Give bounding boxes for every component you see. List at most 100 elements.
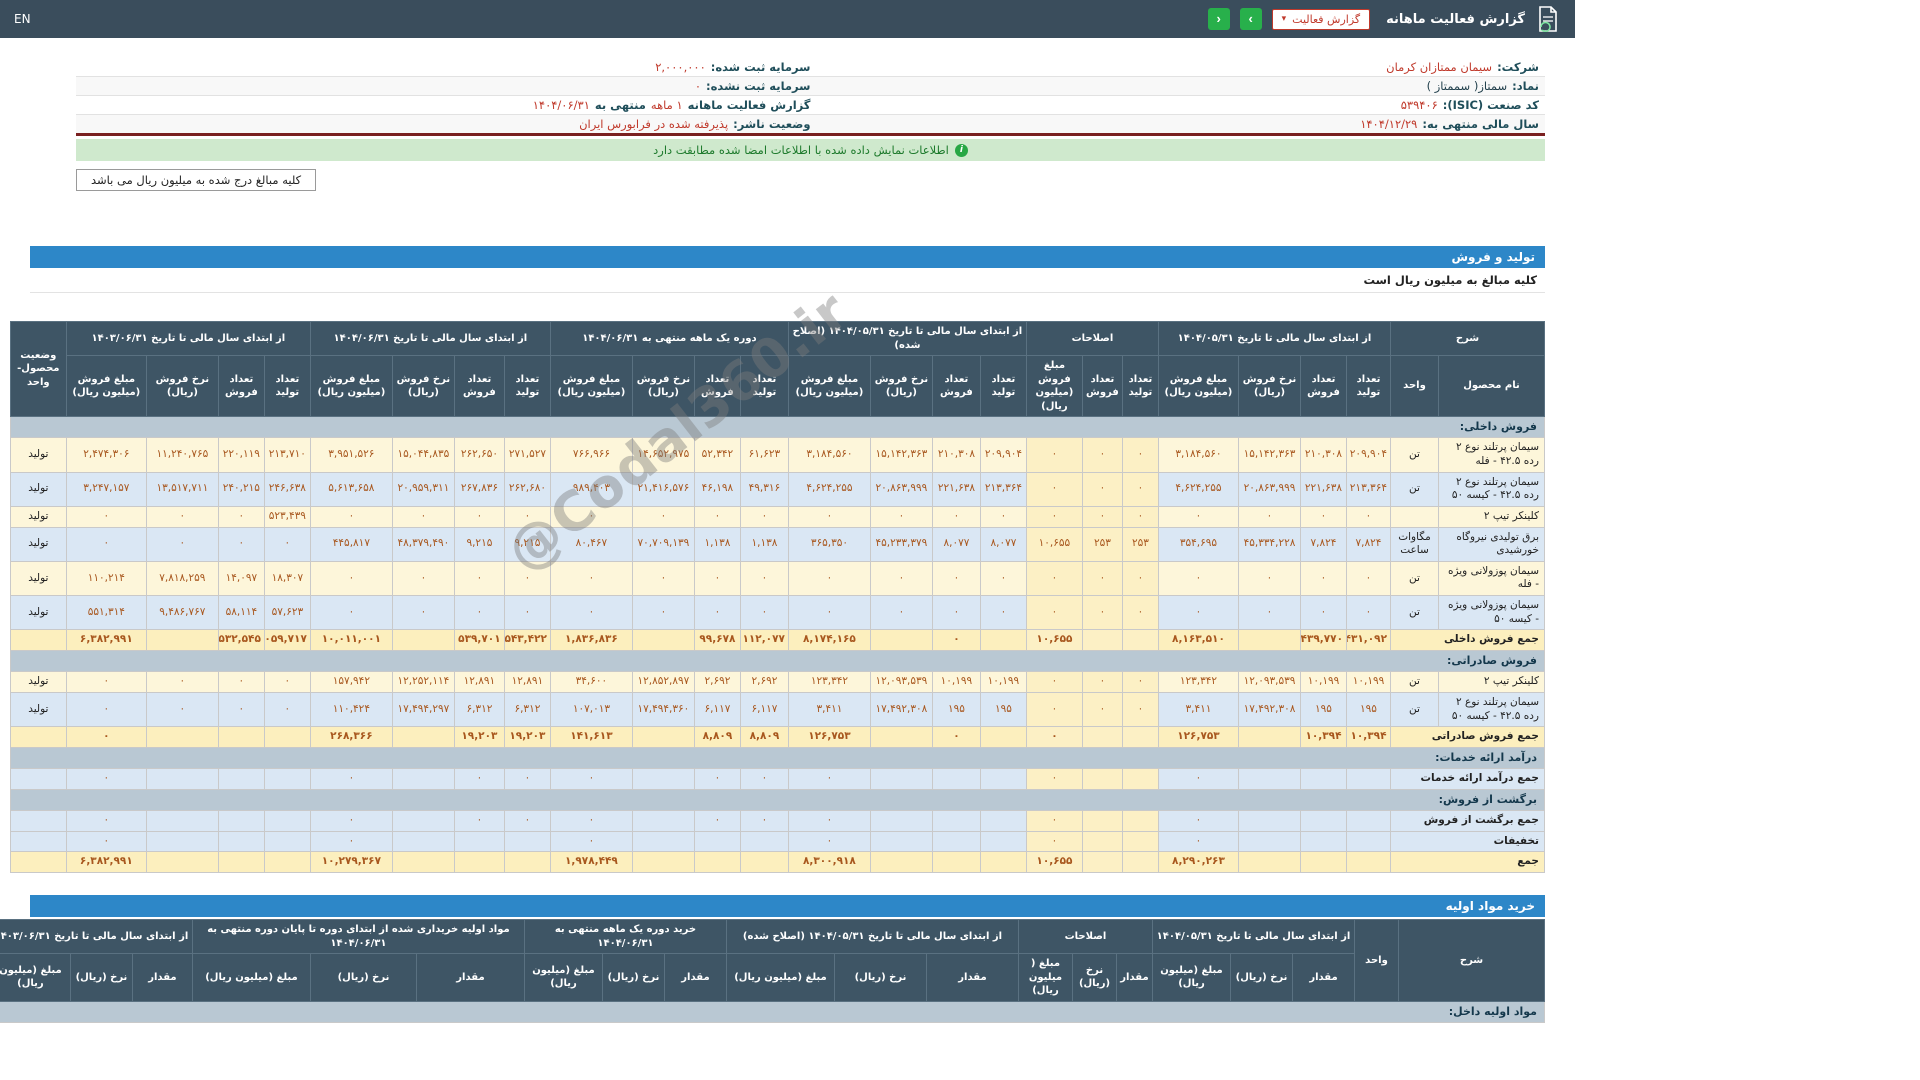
value-cell: ۰ — [1081, 437, 1123, 473]
value-cell — [1121, 726, 1159, 748]
value-cell: ۰ — [1299, 595, 1347, 631]
value-cell: ۲,۴۷۴,۳۰۶ — [65, 437, 147, 473]
value-cell — [1299, 810, 1347, 832]
value-cell: ۸,۰۷۷ — [979, 526, 1027, 562]
value-cell — [145, 830, 219, 853]
value-cell: ۰ — [145, 505, 219, 528]
col-sub-header: تعداد فروش — [931, 355, 981, 417]
value-cell: ۱۰,۲۷۹,۳۶۷ — [309, 851, 393, 873]
value-cell: ۰ — [739, 595, 789, 631]
value-cell — [631, 810, 695, 832]
nav-back-button[interactable]: ‹ — [1207, 8, 1230, 30]
section-label: فروش صادراتی: — [9, 649, 1546, 673]
chevron-left-icon: ‹ — [1216, 11, 1221, 26]
col-desc-header: شرح — [1389, 321, 1546, 356]
info-unregistered-capital: سرمایه ثبت نشده: ۰ — [82, 79, 811, 93]
value-cell: ۴,۶۲۴,۲۵۵ — [787, 471, 871, 507]
value-cell: ۰ — [1081, 471, 1123, 507]
col-sub-header: نرخ (ریال) — [601, 953, 665, 1002]
value-cell: ۰ — [1121, 560, 1159, 597]
nav-forward-button[interactable]: › — [1239, 8, 1262, 30]
status-cell — [9, 629, 67, 651]
value-cell: ۰ — [787, 505, 871, 528]
value-cell: ۰ — [1025, 768, 1083, 790]
value-cell — [263, 726, 311, 748]
purchase-table-wrap: شرح واحد از ابتدای سال مالی تا تاریخ ۱۴۰۴/… — [0, 919, 1546, 1023]
info-row: نماد: سمتاز( سممتاز ) سرمایه ثبت نشده: ۰ — [76, 77, 1545, 96]
value-cell — [1345, 851, 1391, 873]
value-cell: ۱,۱۳۸ — [739, 526, 789, 562]
value-cell — [1081, 768, 1123, 790]
info-value: پذیرفته شده در فرابورس ایران — [579, 117, 729, 131]
col-group-header: از ابتدای سال مالی تا تاریخ ۱۴۰۴/۰۵/۳۱ (… — [787, 321, 1027, 356]
product-name-cell: سیمان پرتلند نوع ۲ رده ۴۲.۵ - کیسه ۵۰ — [1438, 471, 1545, 507]
value-cell: ۵۲۳,۴۳۹ — [263, 505, 311, 528]
value-cell: ۰ — [931, 560, 981, 597]
value-cell: ۰ — [263, 691, 311, 728]
col-sub-header: نرخ (ریال) — [309, 953, 417, 1002]
value-cell: ۲۴۶,۶۳۸ — [263, 471, 311, 507]
value-cell: ۶,۱۱۷ — [693, 691, 741, 728]
value-cell: ۹۹,۶۷۸ — [693, 629, 741, 651]
value-cell: ۱۱,۲۴۰,۷۶۵ — [145, 437, 219, 473]
col-status-header: وضعیت محصول-واحد — [9, 321, 67, 417]
language-toggle[interactable]: EN — [14, 12, 31, 26]
report-type-dropdown[interactable]: گزارش فعالیت ▾ — [1271, 8, 1371, 30]
table-row: جمع فروش داخلی ۴۳۱,۰۹۲ ۴۳۹,۷۷۰ ۸,۱۶۳,۵۱۰ ۱۰,… — [9, 629, 1546, 651]
col-sub-header: مقدار — [131, 953, 193, 1002]
col-sub-header: تعداد تولید — [1345, 355, 1391, 417]
value-cell: ۱۷,۴۹۲,۳۰۸ — [869, 691, 933, 728]
value-cell: ۳,۲۴۷,۱۵۷ — [65, 471, 147, 507]
value-cell: ۱۲,۲۵۲,۱۱۴ — [391, 671, 455, 693]
value-cell — [1345, 810, 1391, 832]
value-cell: ۰ — [1025, 810, 1083, 832]
value-cell: ۱۰,۳۹۴ — [1345, 726, 1391, 748]
value-cell — [145, 726, 219, 748]
info-ticker: نماد: سمتاز( سممتاز ) — [811, 79, 1539, 93]
col-sub-header: تعداد فروش — [1299, 355, 1347, 417]
value-cell — [391, 830, 455, 853]
info-value: سیمان ممتازان کرمان — [1386, 60, 1493, 74]
section-label: درآمد ارائه خدمات: — [9, 746, 1546, 770]
col-sub-header: تعداد تولید — [263, 355, 311, 417]
value-cell: ۰ — [1025, 505, 1083, 528]
value-cell: ۲۰,۸۶۳,۹۹۹ — [869, 471, 933, 507]
value-cell: ۰ — [549, 830, 633, 853]
value-cell: ۶,۳۱۲ — [503, 691, 551, 728]
col-group-header: از ابتدای سال مالی تا تاریخ ۱۴۰۳/۰۶/۳۱ — [0, 919, 193, 954]
value-cell: ۲,۶۹۲ — [739, 671, 789, 693]
value-cell — [631, 726, 695, 748]
col-sub-header: مبلغ فروش (میلیون ریال) — [65, 355, 147, 417]
info-label: منتهی به — [594, 98, 646, 112]
value-cell: ۰ — [1121, 671, 1159, 693]
value-cell: ۰ — [1299, 560, 1347, 597]
value-cell: ۰ — [503, 560, 551, 597]
value-cell: ۰ — [503, 768, 551, 790]
value-cell: ۱۲,۰۹۳,۵۳۹ — [869, 671, 933, 693]
col-group-header: از ابتدای سال مالی تا تاریخ ۱۴۰۴/۰۵/۳۱ — [1151, 919, 1356, 954]
value-cell: ۰ — [309, 830, 393, 853]
value-cell: ۰ — [263, 671, 311, 693]
info-label: وضعیت ناشر: — [733, 117, 811, 131]
value-cell: ۳۴,۶۰۰ — [549, 671, 633, 693]
value-cell: ۲۵۳ — [1081, 526, 1123, 562]
value-cell — [739, 830, 789, 853]
product-name-cell: کلینکر تیپ ۲ — [1438, 505, 1545, 528]
unit-cell: تن — [1389, 437, 1440, 473]
value-cell — [263, 810, 311, 832]
sum-label: جمع درآمد ارائه خدمات — [1389, 768, 1546, 790]
col-sub-header: مبلغ (میلیون ریال) — [523, 953, 603, 1002]
value-cell — [1237, 768, 1301, 790]
unit-cell — [1389, 505, 1440, 528]
value-cell: ۰ — [869, 595, 933, 631]
info-label: کد صنعت (ISIC): — [1442, 98, 1539, 112]
info-fiscal-year-end: سال مالی منتهی به: ۱۴۰۴/۱۲/۲۹ — [811, 117, 1539, 131]
value-cell: ۰ — [1081, 595, 1123, 631]
value-cell: ۷۶۶,۹۶۶ — [549, 437, 633, 473]
value-cell: ۶۱,۶۲۳ — [739, 437, 789, 473]
value-cell: ۰ — [739, 505, 789, 528]
value-cell: ۵۷,۶۲۳ — [263, 595, 311, 631]
col-sub-header: نرخ فروش (ریال) — [869, 355, 933, 417]
value-cell — [217, 810, 265, 832]
value-cell: ۳,۴۱۱ — [1157, 691, 1239, 728]
